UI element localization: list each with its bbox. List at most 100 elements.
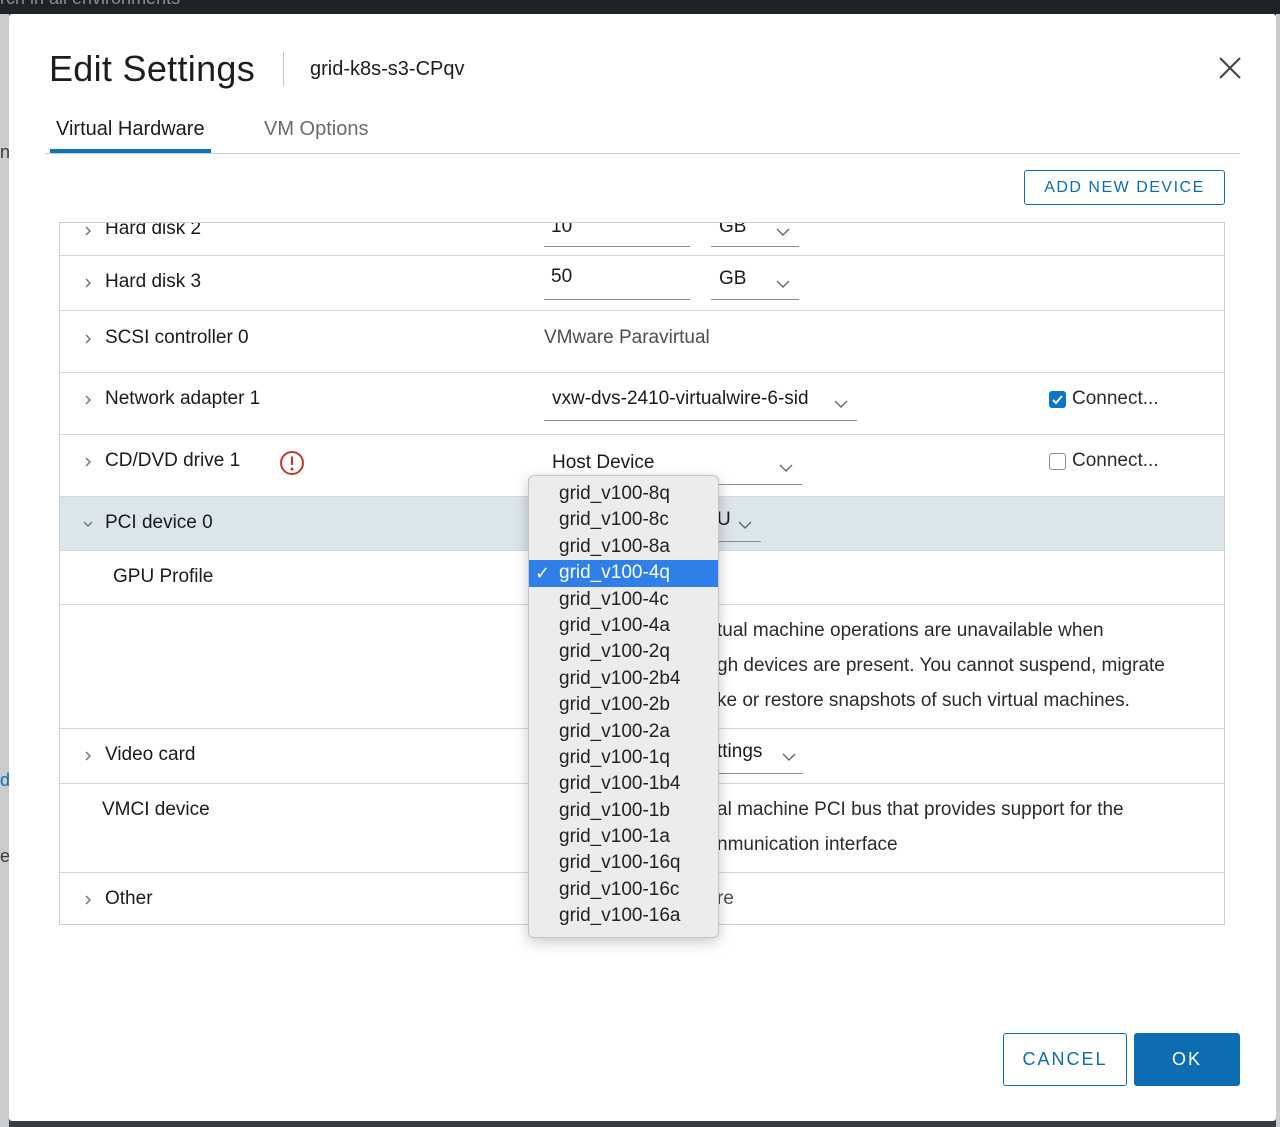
option-label: grid_v100-2b4 (559, 667, 681, 689)
option-label: grid_v100-16c (559, 878, 680, 900)
chevron-down-icon (776, 280, 790, 288)
chevron-down-icon (738, 521, 752, 529)
chevron-right-icon[interactable] (82, 750, 94, 762)
chevron-down-icon (776, 228, 790, 236)
chevron-right-icon[interactable] (82, 225, 94, 237)
network-connect-checkbox[interactable]: Connect... (1049, 388, 1159, 410)
gpu-profile-option[interactable]: grid_v100-2q (529, 639, 718, 665)
gpu-profile-option[interactable]: grid_v100-1b (529, 798, 718, 824)
close-icon[interactable] (1214, 52, 1246, 84)
title-divider (283, 52, 285, 86)
hardware-row-hard-disk-2: Hard disk 2 10 GB (60, 222, 1224, 256)
hard-disk-3-size-input[interactable]: 50 (544, 266, 690, 300)
video-card-value: ttings (717, 741, 763, 762)
option-label: grid_v100-2q (559, 641, 670, 663)
chevron-right-icon[interactable] (82, 456, 94, 468)
other-label: Other (105, 888, 153, 909)
hard-disk-2-unit-value: GB (719, 222, 747, 237)
gpu-profile-option[interactable]: grid_v100-2a (529, 719, 718, 745)
gpu-profile-option[interactable]: grid_v100-1b4 (529, 771, 718, 797)
hard-disk-3-label: Hard disk 3 (105, 271, 202, 292)
hard-disk-3-unit-value: GB (719, 268, 747, 289)
gpu-profile-label: GPU Profile (113, 566, 214, 587)
option-label: grid_v100-8q (559, 483, 670, 504)
option-label: grid_v100-8a (559, 535, 670, 557)
vmci-device-label: VMCI device (102, 799, 210, 820)
tab-vm-options[interactable]: VM Options (264, 118, 368, 149)
network-adapter-label: Network adapter 1 (105, 388, 261, 409)
gpu-profile-option[interactable]: grid_v100-4c (529, 587, 718, 613)
gpu-profile-option[interactable]: grid_v100-16q (529, 850, 718, 876)
tab-virtual-hardware[interactable]: Virtual Hardware (50, 118, 211, 153)
hard-disk-2-label: Hard disk 2 (105, 222, 202, 239)
gpu-profile-option[interactable]: grid_v100-2b4 (529, 666, 718, 692)
gpu-profile-option[interactable]: grid_v100-1q (529, 745, 718, 771)
checkbox-unchecked-icon (1049, 452, 1066, 470)
warning-icon[interactable] (279, 450, 305, 476)
hardware-row-network-adapter: Network adapter 1 vxw-dvs-2410-virtualwi… (60, 373, 1224, 435)
vmci-description-line: nmunication interface (717, 834, 898, 855)
gpu-profile-option[interactable]: grid_v100-8q (529, 481, 718, 507)
video-card-label: Video card (105, 744, 196, 765)
cd-dvd-drive-label: CD/DVD drive 1 (105, 450, 241, 471)
hardware-row-scsi-controller: SCSI controller 0 VMware Paravirtual (60, 311, 1224, 373)
option-label: grid_v100-1q (559, 746, 670, 768)
option-label: grid_v100-8c (559, 509, 669, 531)
network-connect-label: Connect... (1072, 388, 1159, 409)
option-label: grid_v100-1b (559, 799, 670, 821)
network-adapter-value: vxw-dvs-2410-virtualwire-6-sid (552, 388, 809, 409)
gpu-profile-option[interactable]: grid_v100-2b (529, 692, 718, 718)
cancel-button[interactable]: CANCEL (1003, 1033, 1127, 1086)
option-label: grid_v100-2b (559, 694, 670, 716)
pci-device-label: PCI device 0 (105, 512, 213, 533)
gpu-profile-dropdown: grid_v100-8q grid_v100-8c grid_v100-8a ✓… (528, 475, 719, 938)
cd-dvd-connect-checkbox[interactable]: Connect... (1049, 450, 1159, 472)
gpu-profile-option[interactable]: grid_v100-4a (529, 613, 718, 639)
gpu-profile-option[interactable]: grid_v100-1a (529, 824, 718, 850)
scsi-controller-label: SCSI controller 0 (105, 327, 249, 348)
chevron-down-icon (834, 400, 848, 408)
pci-note-line: ke or restore snapshots of such virtual … (717, 690, 1130, 711)
hard-disk-3-unit-select[interactable]: GB (711, 268, 799, 300)
vmci-description-line: al machine PCI bus that provides support… (717, 799, 1124, 820)
dialog-title: Edit Settings (49, 48, 256, 89)
cd-dvd-drive-value: Host Device (552, 452, 655, 473)
vm-name: grid-k8s-s3-CPqv (310, 57, 465, 80)
gpu-profile-option[interactable]: grid_v100-8a (529, 534, 718, 560)
chevron-right-icon[interactable] (82, 333, 94, 345)
hard-disk-2-size-input[interactable]: 10 (544, 223, 690, 247)
chevron-down-icon[interactable] (82, 518, 94, 530)
option-label: grid_v100-1b4 (559, 773, 681, 795)
gpu-profile-option[interactable]: grid_v100-16a (529, 903, 718, 929)
checkmark-icon: ✓ (535, 563, 551, 584)
vmci-description: al machine PCI bus that provides support… (717, 792, 1124, 862)
background-top-bar: rch in all environments (0, 0, 1280, 14)
chevron-right-icon[interactable] (82, 394, 94, 406)
option-label: grid_v100-4q (559, 562, 670, 584)
chevron-right-icon[interactable] (82, 894, 94, 906)
video-card-select[interactable]: ttings (710, 741, 803, 774)
pci-note-line: tual machine operations are unavailable … (717, 620, 1104, 641)
option-label: grid_v100-16q (559, 852, 681, 874)
pci-device-value: U (717, 509, 731, 530)
background-left-panel: n di el (0, 14, 14, 1127)
background-search-text: rch in all environments (0, 0, 180, 9)
network-adapter-select[interactable]: vxw-dvs-2410-virtualwire-6-sid (544, 388, 857, 421)
option-label: grid_v100-16a (559, 905, 681, 927)
cd-dvd-connect-label: Connect... (1072, 450, 1159, 471)
gpu-profile-option[interactable]: grid_v100-8c (529, 507, 718, 533)
pci-note-text: tual machine operations are unavailable … (717, 613, 1165, 718)
pci-note-line: gh devices are present. You cannot suspe… (717, 655, 1165, 676)
option-label: grid_v100-4c (559, 588, 669, 610)
ok-button[interactable]: OK (1134, 1033, 1240, 1086)
chevron-right-icon[interactable] (82, 277, 94, 289)
option-label: grid_v100-4a (559, 614, 670, 636)
chevron-down-icon (779, 464, 793, 472)
tab-bar: Virtual Hardware VM Options (45, 114, 1240, 154)
dialog-header: Edit Settings grid-k8s-s3-CPqv (49, 48, 465, 90)
hard-disk-2-unit-select[interactable]: GB (711, 222, 799, 247)
background-right-panel (1276, 14, 1280, 1127)
gpu-profile-option[interactable]: grid_v100-16c (529, 877, 718, 903)
gpu-profile-option-selected[interactable]: ✓ grid_v100-4q (529, 560, 718, 587)
add-new-device-button[interactable]: ADD NEW DEVICE (1024, 170, 1225, 205)
